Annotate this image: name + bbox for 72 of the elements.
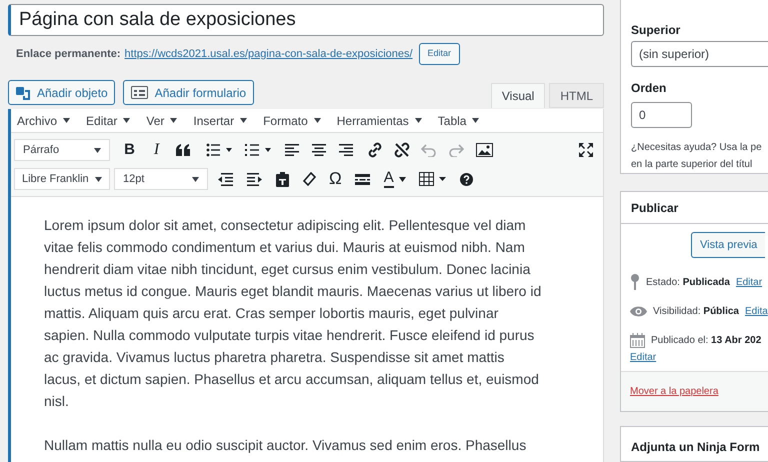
caret-icon — [123, 118, 130, 123]
menu-item[interactable]: Herramientas — [336, 112, 422, 130]
bold-button[interactable]: B — [116, 138, 143, 162]
calendar-icon — [630, 332, 645, 348]
format-select[interactable]: Párrafo — [14, 139, 110, 161]
editor-tab[interactable]: HTML — [549, 83, 604, 108]
caret-icon — [170, 118, 178, 123]
edit-link[interactable]: Editar — [736, 274, 762, 290]
caret-icon — [95, 176, 102, 182]
numbered-list-icon[interactable] — [245, 143, 271, 157]
publish-info: Publicado el: 13 Abr 202 — [651, 334, 762, 348]
paragraph: Lorem ipsum dolor sit amet, consectetur adipiscing elit. Pellentesque vel diam vitae felis commodo condimentum et varius dui. Mauris at euismod nibh. Nam hendrerit diam vitae nibh tincidunt, eget cursus enim vestibulum. Donec lacinia luctus metus id congue. Mauris eget blandit mauris. Maecenas varius ut libero id mattis. Aliquam quis arcu erat. Cras semper lobortis mauris, eget pulvinar sapien. Nulla commodo vulputate turpis vitae hendrerit. Fusce eleifend id purus ac gravida. Vivamus luctus pharetra pharetra. Suspendisse sit amet mattis lacus, et dictum sapien. Phasellus et arcu accumsan, aliquam tellus et, euismod nisl. — [44, 216, 542, 411]
add-form-button[interactable]: Añadir formulario — [122, 80, 254, 105]
parent-label: Superior — [631, 22, 682, 39]
menu-item[interactable]: Tabla — [438, 112, 480, 130]
edit-permalink-button[interactable]: Editar — [418, 43, 460, 65]
caret-icon — [192, 176, 199, 182]
permalink-label: Enlace permanente: — [16, 46, 121, 62]
menu-item[interactable]: Insertar — [193, 112, 248, 130]
special-character-button[interactable]: Ω — [329, 166, 342, 192]
form-icon — [130, 86, 148, 99]
edit-link[interactable]: Edita — [744, 304, 768, 318]
font-size-select[interactable]: 12pt — [114, 168, 208, 190]
blockquote-icon[interactable] — [175, 144, 191, 156]
caret-icon — [472, 118, 480, 123]
eraser-icon[interactable] — [302, 172, 316, 186]
indent-icon[interactable] — [247, 172, 262, 186]
eye-icon — [630, 306, 647, 316]
link-icon[interactable] — [367, 142, 383, 158]
media-icon — [15, 86, 31, 100]
order-field[interactable]: 0 — [631, 102, 692, 128]
help-text: en la parte superior del títul — [631, 158, 754, 172]
unlink-icon[interactable] — [394, 142, 410, 158]
align-right-icon[interactable] — [339, 144, 353, 156]
align-center-icon[interactable] — [312, 144, 326, 156]
font-select[interactable]: Libre Franklin — [14, 168, 110, 190]
edit-link[interactable]: Editar — [630, 352, 656, 363]
paragraph: Nullam mattis nulla eu odio suscipit auctor. Vivamus sed enim eros. Phasellus — [44, 436, 528, 455]
menu-item[interactable]: Formato — [263, 112, 321, 130]
text-color-button[interactable]: A — [384, 170, 394, 188]
caret-icon — [414, 118, 422, 123]
menu-item[interactable]: Editar — [86, 112, 130, 130]
pin-icon — [630, 274, 640, 290]
outdent-icon[interactable] — [218, 172, 233, 186]
italic-button[interactable]: I — [143, 138, 170, 162]
fullscreen-icon[interactable] — [579, 143, 593, 157]
align-left-icon[interactable] — [285, 144, 299, 156]
menu-item[interactable]: Ver — [146, 112, 178, 130]
publish-info: Estado: Publicada — [646, 276, 730, 290]
editor-tab[interactable]: Visual — [490, 83, 546, 108]
image-icon[interactable] — [476, 143, 493, 157]
publish-info: Visibilidad: Pública — [653, 304, 739, 318]
caret-icon[interactable] — [398, 176, 406, 182]
order-label: Orden — [631, 80, 668, 97]
caret-icon — [314, 118, 321, 123]
panel-title: Adjunta un Ninja Form — [631, 440, 760, 454]
preview-button[interactable]: Vista previa — [691, 232, 766, 258]
permalink-link[interactable]: https://wcds2021.usal.es/pagina-con-sala-de-exposiciones/ — [124, 46, 413, 62]
add-media-button[interactable]: Añadir objeto — [8, 80, 115, 105]
caret-icon — [240, 118, 248, 123]
caret-icon — [94, 148, 101, 152]
help-icon[interactable] — [460, 172, 473, 186]
parent-select[interactable]: (sin superior) — [631, 41, 768, 67]
caret-icon — [63, 118, 70, 123]
help-text: ¿Necesitas ayuda? Usa la pe — [631, 141, 763, 155]
read-more-icon[interactable] — [354, 174, 370, 184]
clipboard-icon[interactable] — [276, 172, 289, 186]
bulleted-list-icon[interactable] — [206, 143, 232, 157]
menu-item[interactable]: Archivo — [17, 112, 70, 130]
title-field[interactable]: Página con sala de exposiciones — [8, 4, 604, 36]
table-icon[interactable] — [418, 172, 446, 186]
panel-title: Publicar — [621, 192, 768, 224]
